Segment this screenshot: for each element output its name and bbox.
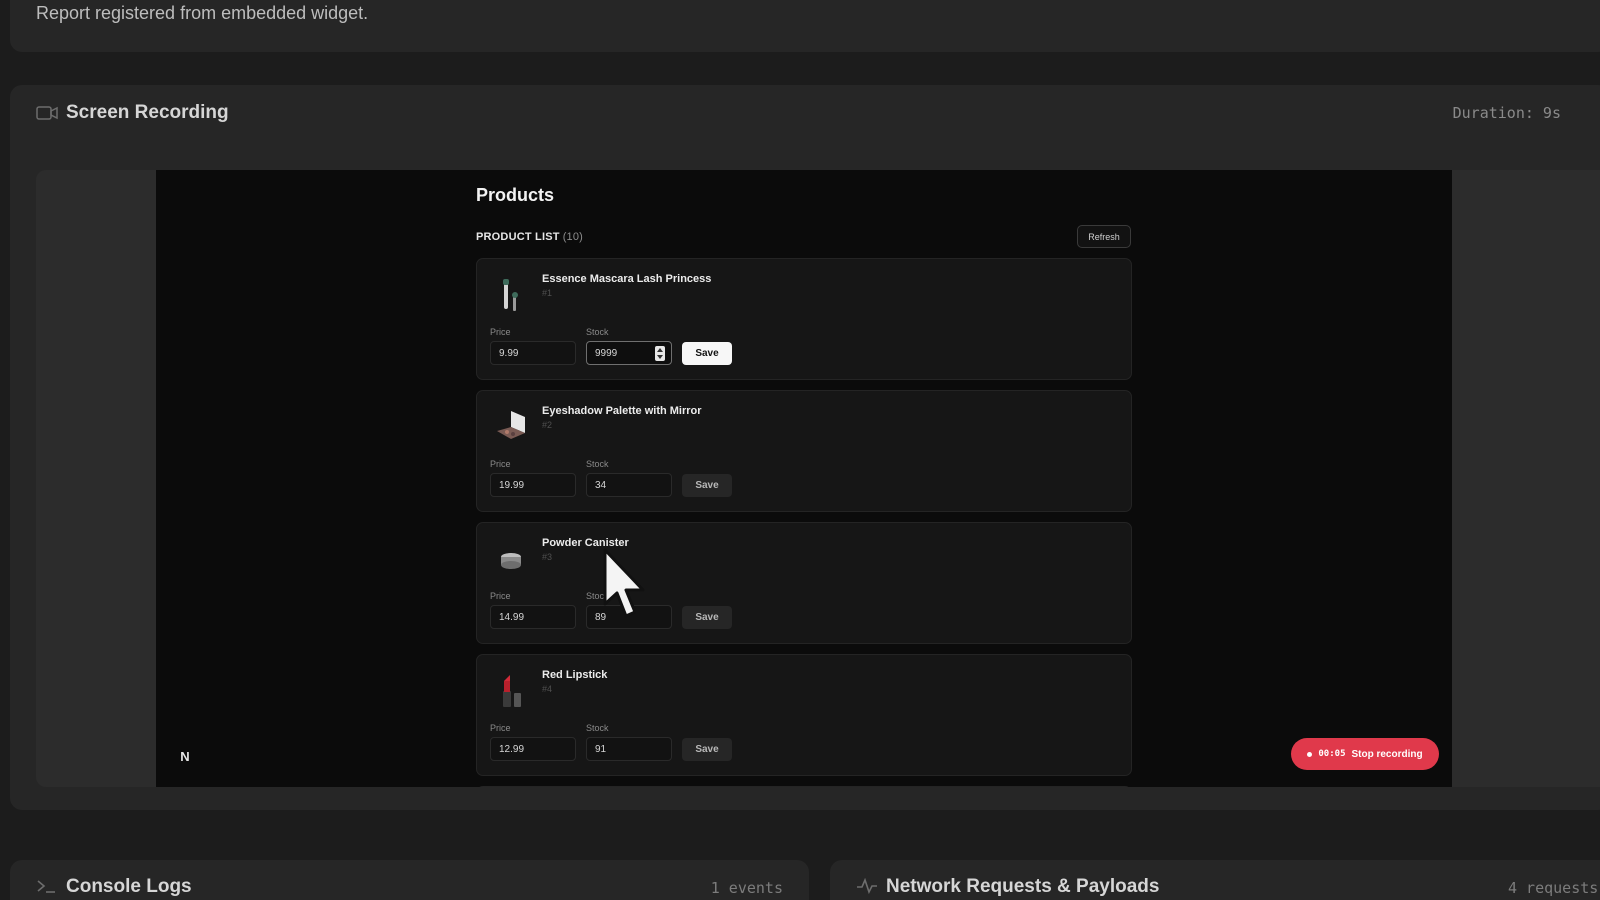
save-button[interactable]: Save [682,738,732,761]
price-label: Price [490,591,511,601]
recording-dot-icon [1307,751,1313,757]
product-name: Essence Mascara Lash Princess [542,273,712,285]
palette-icon [497,411,525,439]
price-input[interactable]: 19.99 [490,473,576,497]
console-event-count: 1 events [710,879,783,897]
price-label: Price [490,327,511,337]
product-id: #2 [542,420,553,430]
product-card [476,786,1132,787]
stock-input[interactable]: 9999 [586,341,672,365]
network-requests-panel[interactable]: Network Requests & Payloads 4 requests [830,860,1600,900]
console-logs-panel[interactable]: Console Logs 1 events [10,860,809,900]
report-message: Report registered from embedded widget. [36,3,369,23]
report-message-panel: Report registered from embedded widget. [10,0,1600,52]
product-card: Powder Canister #3 Price Stock 14.99 89 … [476,522,1132,644]
screen-recording-title: Screen Recording [66,102,229,123]
mouse-cursor-icon [603,548,645,618]
price-input[interactable]: 12.99 [490,737,576,761]
number-stepper-icon[interactable] [655,346,665,361]
save-button[interactable]: Save [682,474,732,497]
product-list-label: PRODUCT LIST [476,231,560,243]
stock-value: 9999 [595,348,618,359]
product-list-count: (10) [562,231,584,243]
video-camera-icon [36,106,58,120]
stock-input[interactable]: 91 [586,737,672,761]
activity-icon [857,878,877,894]
save-button[interactable]: Save [682,342,732,365]
stop-recording-button[interactable]: 00:05 Stop recording [1291,738,1439,770]
framework-badge[interactable]: N [176,747,194,765]
network-request-count: 4 requests [1508,879,1599,897]
price-input[interactable]: 9.99 [490,341,576,365]
product-id: #1 [542,288,553,298]
console-logs-title: Console Logs [66,876,192,897]
screen-recording-panel: Screen Recording Duration: 9s Products P… [10,85,1600,810]
powder-icon [501,553,521,569]
save-button[interactable]: Save [682,606,732,629]
stock-label: Stock [586,459,609,469]
product-card: Essence Mascara Lash Princess #1 Price S… [476,258,1132,380]
stock-label: Stock [586,723,609,733]
recording-video[interactable]: Products PRODUCT LIST (10) Refresh Essenc… [156,170,1452,787]
recording-duration: Duration: 9s [1452,104,1561,122]
product-name: Eyeshadow Palette with Mirror [542,405,702,417]
mascara-icon [503,279,518,311]
price-input[interactable]: 14.99 [490,605,576,629]
video-player[interactable]: Products PRODUCT LIST (10) Refresh Essenc… [36,170,1600,787]
product-list-header: PRODUCT LIST (10) [476,231,583,243]
product-id: #4 [542,684,553,694]
price-label: Price [490,723,511,733]
lipstick-icon [503,675,521,707]
network-requests-title: Network Requests & Payloads [886,876,1160,897]
refresh-button[interactable]: Refresh [1077,225,1131,248]
stock-input[interactable]: 34 [586,473,672,497]
product-card: Red Lipstick #4 Price Stock 12.99 91 Sav… [476,654,1132,776]
product-card: Eyeshadow Palette with Mirror #2 Price S… [476,390,1132,512]
products-page-title: Products [476,185,555,205]
stock-label: Stock [586,327,609,337]
product-name: Red Lipstick [542,669,608,681]
terminal-icon [37,880,55,893]
recording-timer: 00:05 [1318,749,1346,759]
price-label: Price [490,459,511,469]
stop-recording-label: Stop recording [1351,748,1423,760]
product-id: #3 [542,552,553,562]
